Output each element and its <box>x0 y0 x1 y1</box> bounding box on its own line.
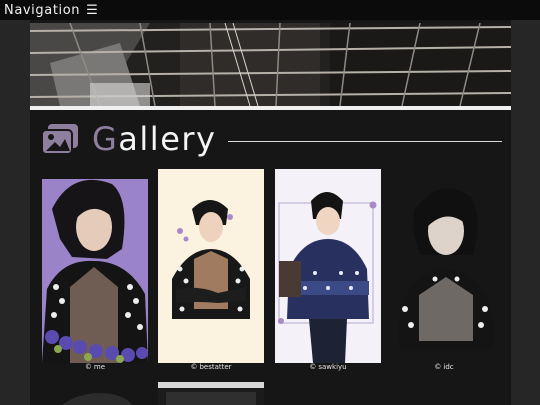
banner-image <box>30 23 511 106</box>
copyright-icon: © <box>84 363 92 371</box>
heading-rule <box>228 140 502 142</box>
gallery-credit-idc: © idc <box>434 363 454 371</box>
navigation-bar[interactable]: Navigation ☰ <box>0 0 540 20</box>
gallery-item-sawkiyu[interactable] <box>275 169 381 363</box>
copyright-icon: © <box>434 363 442 371</box>
copyright-icon: © <box>309 363 317 371</box>
gallery-credit-sawkiyu: © sawkiyu <box>309 363 347 371</box>
gallery-item-me[interactable] <box>42 169 148 363</box>
gallery-item-bestatter[interactable] <box>158 169 264 363</box>
navigation-label[interactable]: Navigation <box>4 3 80 18</box>
gallery-title: Gallery <box>92 120 217 158</box>
copyright-icon: © <box>190 363 198 371</box>
gallery-images-icon <box>42 124 78 154</box>
gallery-heading: Gallery <box>42 118 502 160</box>
gallery-item-idc[interactable] <box>391 169 497 363</box>
hamburger-icon[interactable]: ☰ <box>86 3 98 18</box>
banner-divider <box>30 106 511 110</box>
page-content: Gallery © me © bestatter © sawkiyu © idc <box>30 20 511 405</box>
gallery-item-next-2[interactable] <box>158 382 264 405</box>
gallery-item-next-1[interactable] <box>42 386 148 405</box>
gallery-credit-bestatter: © bestatter <box>190 363 232 371</box>
gallery-credit-me: © me <box>84 363 106 371</box>
